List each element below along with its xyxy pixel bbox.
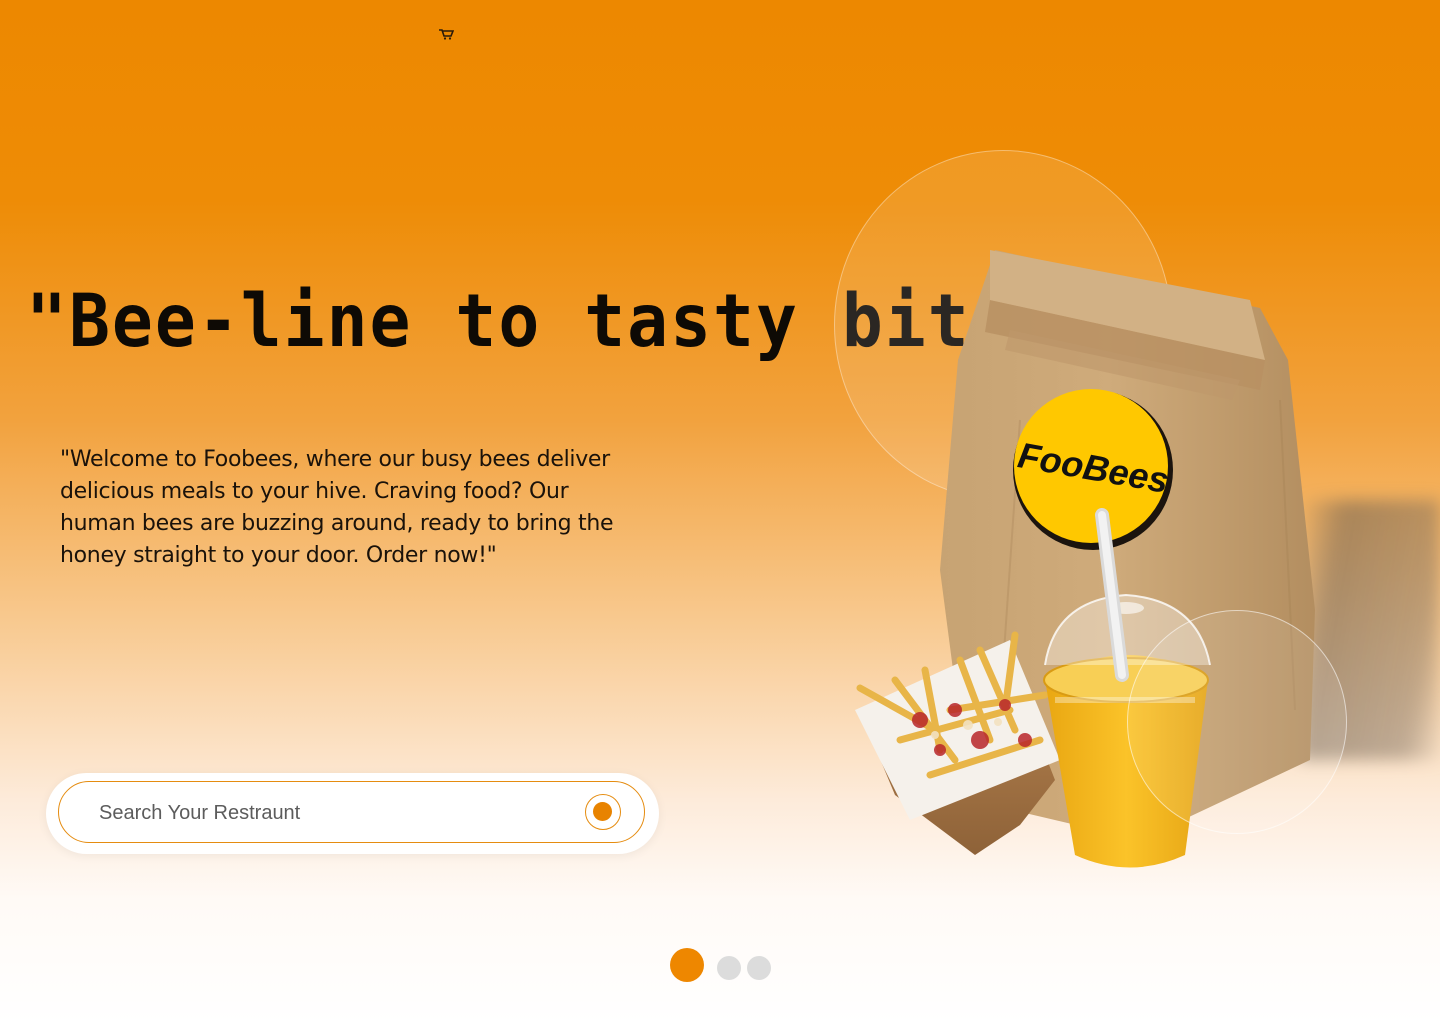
search-bar [46, 773, 659, 854]
carousel-indicator [670, 948, 780, 984]
decorative-circle [1127, 610, 1347, 834]
cart-icon[interactable] [438, 28, 454, 40]
search-field-wrapper [58, 781, 645, 843]
search-input[interactable] [97, 796, 561, 830]
carousel-dot-1[interactable] [670, 948, 704, 982]
search-submit-icon [593, 802, 612, 821]
carousel-dot-3[interactable] [747, 956, 771, 980]
hero-intro-text: "Welcome to Foobees, where our busy bees… [60, 447, 614, 568]
carousel-dot-2[interactable] [717, 956, 741, 980]
search-submit-button[interactable] [585, 794, 621, 830]
